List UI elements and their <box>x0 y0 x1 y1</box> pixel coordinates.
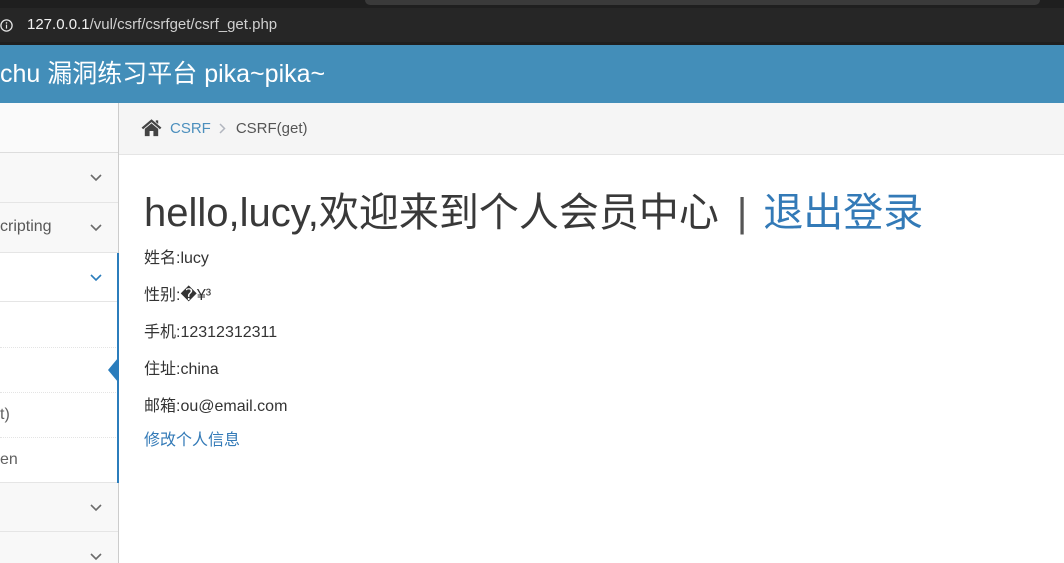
breadcrumb-link-csrf[interactable]: CSRF <box>170 120 211 137</box>
greeting-text: hello,lucy,欢迎来到个人会员中心 <box>144 191 719 235</box>
profile-field-label: 性别: <box>144 287 181 304</box>
sidebar-item-csrf[interactable] <box>0 253 118 302</box>
logout-link[interactable]: 退出登录 <box>763 191 923 235</box>
profile-info: 姓名:lucy 性别:�¥³ 手机:12312312311 住址:china 邮… <box>144 240 744 457</box>
chevron-down-icon <box>90 274 102 282</box>
sidebar-item-4[interactable] <box>0 483 118 532</box>
profile-field-value: ou@email.com <box>180 398 288 415</box>
breadcrumb-trail: CSRF CSRF(get) <box>141 103 308 154</box>
url-text: 127.0.0.1/vul/csrf/csrfget/csrf_get.php <box>27 8 277 42</box>
sidebar-item-label: cripting <box>0 218 52 235</box>
sidebar-subitem-4[interactable]: en <box>0 438 118 483</box>
tab-strip-edge <box>365 0 1040 5</box>
app-header: chu 漏洞练习平台 pika~pika~ <box>0 45 1064 103</box>
profile-field-value: �¥³ <box>180 287 212 304</box>
profile-field-value: china <box>180 361 219 378</box>
profile-row-email: 邮箱:ou@email.com <box>144 388 744 425</box>
profile-row-address: 住址:china <box>144 351 744 388</box>
address-bar[interactable]: 127.0.0.1/vul/csrf/csrfget/csrf_get.php <box>0 8 1064 42</box>
profile-row-gender: 性别:�¥³ <box>144 277 744 314</box>
sidebar: cripting t) en <box>0 103 119 563</box>
chevron-down-icon <box>90 174 102 182</box>
sidebar-subitem-label: t) <box>0 406 10 423</box>
profile-row-name: 姓名:lucy <box>144 240 744 277</box>
sidebar-item-5[interactable] <box>0 532 118 563</box>
sidebar-subitem-csrf-get[interactable] <box>0 348 118 393</box>
app-title: chu 漏洞练习平台 pika~pika~ <box>0 60 326 88</box>
url-host: 127.0.0.1 <box>27 16 90 33</box>
info-icon[interactable] <box>0 19 13 32</box>
chevron-right-icon <box>219 123 226 134</box>
profile-field-label: 姓名: <box>144 250 181 267</box>
browser-toolbar: 127.0.0.1/vul/csrf/csrfget/csrf_get.php <box>0 0 1064 45</box>
home-icon <box>141 119 162 137</box>
sidebar-submenu: t) en <box>0 302 118 483</box>
sidebar-subitem-1[interactable] <box>0 302 118 348</box>
sidebar-item-scripting[interactable]: cripting <box>0 203 118 253</box>
page-heading: hello,lucy,欢迎来到个人会员中心 | 退出登录 <box>144 190 1044 236</box>
profile-field-label: 邮箱: <box>144 398 181 415</box>
sidebar-shortcuts <box>0 103 118 153</box>
profile-field-label: 住址: <box>144 361 181 378</box>
edit-profile-link[interactable]: 修改个人信息 <box>144 425 744 457</box>
sidebar-subitem-label: en <box>0 451 18 468</box>
profile-field-value: 12312312311 <box>180 324 278 341</box>
profile-field-value: lucy <box>180 250 209 267</box>
active-section-indicator <box>117 253 119 483</box>
profile-field-label: 手机: <box>144 324 181 341</box>
heading-separator: | <box>736 191 748 235</box>
chevron-down-icon <box>90 224 102 232</box>
breadcrumb: CSRF CSRF(get) <box>119 103 1064 155</box>
sidebar-item-1[interactable] <box>0 153 118 203</box>
profile-row-phone: 手机:12312312311 <box>144 314 744 351</box>
url-path: /vul/csrf/csrfget/csrf_get.php <box>89 16 278 33</box>
chevron-down-icon <box>90 553 102 561</box>
chevron-down-icon <box>90 504 102 512</box>
breadcrumb-current: CSRF(get) <box>235 120 308 137</box>
sidebar-subitem-3[interactable]: t) <box>0 393 118 438</box>
